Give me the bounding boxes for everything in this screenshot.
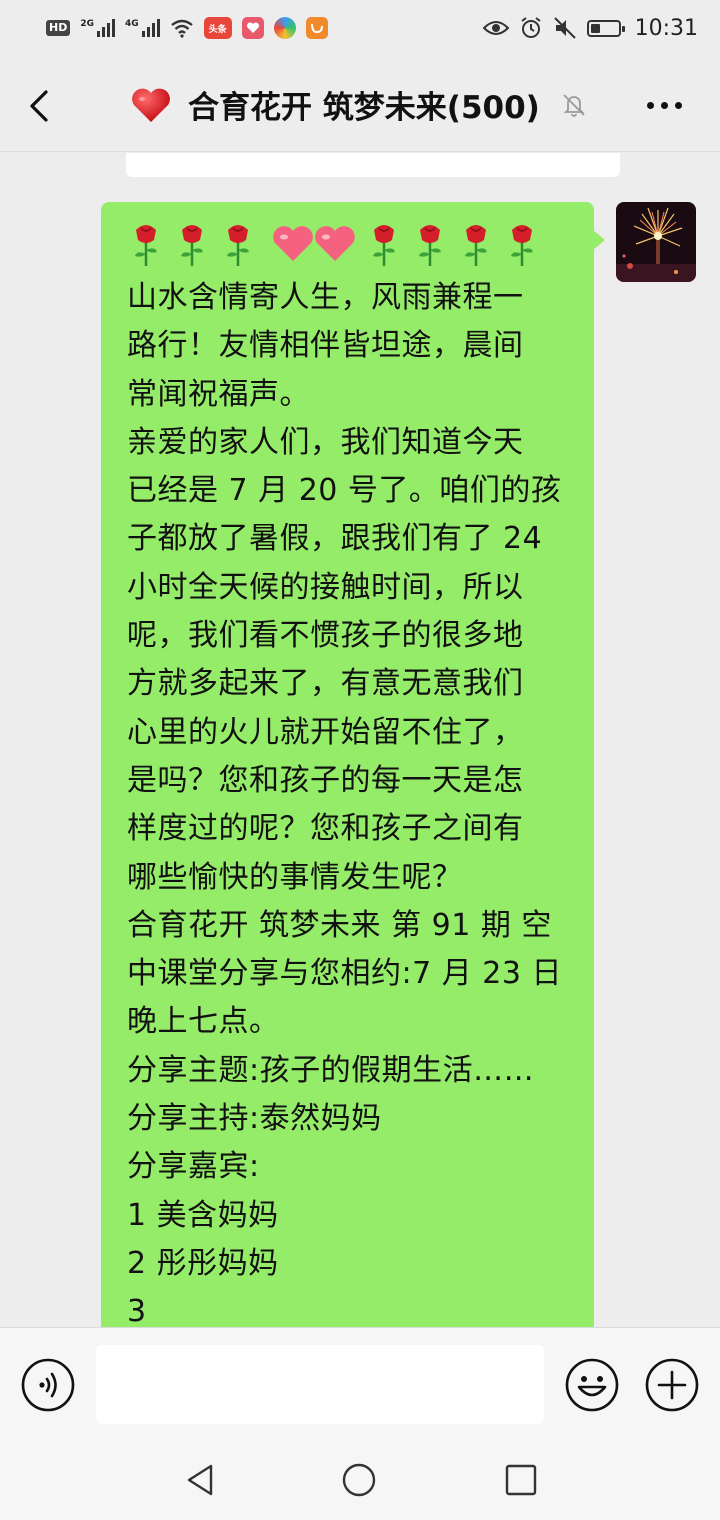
message-text: 山水含情寄人生，风雨兼程一 路行！友情相伴皆坦途，晨间 常闻祝福声。 亲爱的家人… <box>127 280 562 1327</box>
rose-icon <box>373 225 395 266</box>
rose-icon <box>181 225 203 266</box>
heart-icon <box>132 88 170 122</box>
uc-browser-icon <box>305 17 328 39</box>
mute-bell-icon <box>563 93 585 117</box>
silent-icon <box>553 17 576 39</box>
rose-icon <box>511 225 533 266</box>
heart-app-icon <box>241 17 264 39</box>
chat-area[interactable]: 山水含情寄人生，风雨兼程一 路行！友情相伴皆坦途，晨间 常闻祝福声。 亲爱的家人… <box>0 153 720 1327</box>
rose-icon <box>465 225 487 266</box>
fireworks-avatar-image <box>616 202 696 282</box>
avatar[interactable] <box>616 202 696 282</box>
message-input[interactable] <box>96 1345 544 1424</box>
previous-message-bubble[interactable] <box>126 153 620 177</box>
alarm-icon <box>520 17 541 38</box>
system-nav-bar <box>0 1440 720 1520</box>
emoji-line <box>127 216 572 272</box>
toutiao-app-icon: 头条 <box>203 17 232 39</box>
chat-title: 合育花开 筑梦未来(500) <box>188 90 540 126</box>
nav-home-icon[interactable] <box>341 1462 377 1498</box>
clock: 10:31 <box>634 15 698 41</box>
nav-recent-apps-icon[interactable] <box>503 1462 539 1498</box>
status-bar: HD 2G 4G 头条 10:31 <box>0 0 720 56</box>
pink-heart-icon <box>273 226 313 261</box>
rose-icon <box>227 225 249 266</box>
chat-title-wrap: 合育花开 筑梦未来(500) <box>130 82 588 127</box>
emoji-icon[interactable] <box>564 1357 620 1413</box>
signal-4g-icon: 4G <box>125 19 160 37</box>
status-right: 10:31 <box>482 15 698 41</box>
eye-icon <box>482 21 509 35</box>
more-options-button[interactable] <box>647 102 682 109</box>
back-button[interactable] <box>22 86 62 126</box>
message-bubble[interactable]: 山水含情寄人生，风雨兼程一 路行！友情相伴皆坦途，晨间 常闻祝福声。 亲爱的家人… <box>101 202 605 1327</box>
battery-icon <box>586 19 625 37</box>
pink-heart-icon <box>315 226 355 261</box>
chat-header: 合育花开 筑梦未来(500) <box>0 56 720 152</box>
input-bar <box>0 1327 720 1440</box>
hd-badge: HD <box>46 20 71 36</box>
voice-input-icon[interactable] <box>20 1357 76 1413</box>
status-left: HD 2G 4G 头条 <box>46 17 328 39</box>
signal-2g-icon: 2G <box>80 19 115 37</box>
wifi-icon <box>170 19 193 38</box>
nav-back-icon[interactable] <box>183 1462 219 1498</box>
rose-icon <box>135 225 157 266</box>
more-actions-plus-icon[interactable] <box>644 1357 700 1413</box>
colorful-app-icon <box>273 17 296 39</box>
rose-icon <box>419 225 441 266</box>
